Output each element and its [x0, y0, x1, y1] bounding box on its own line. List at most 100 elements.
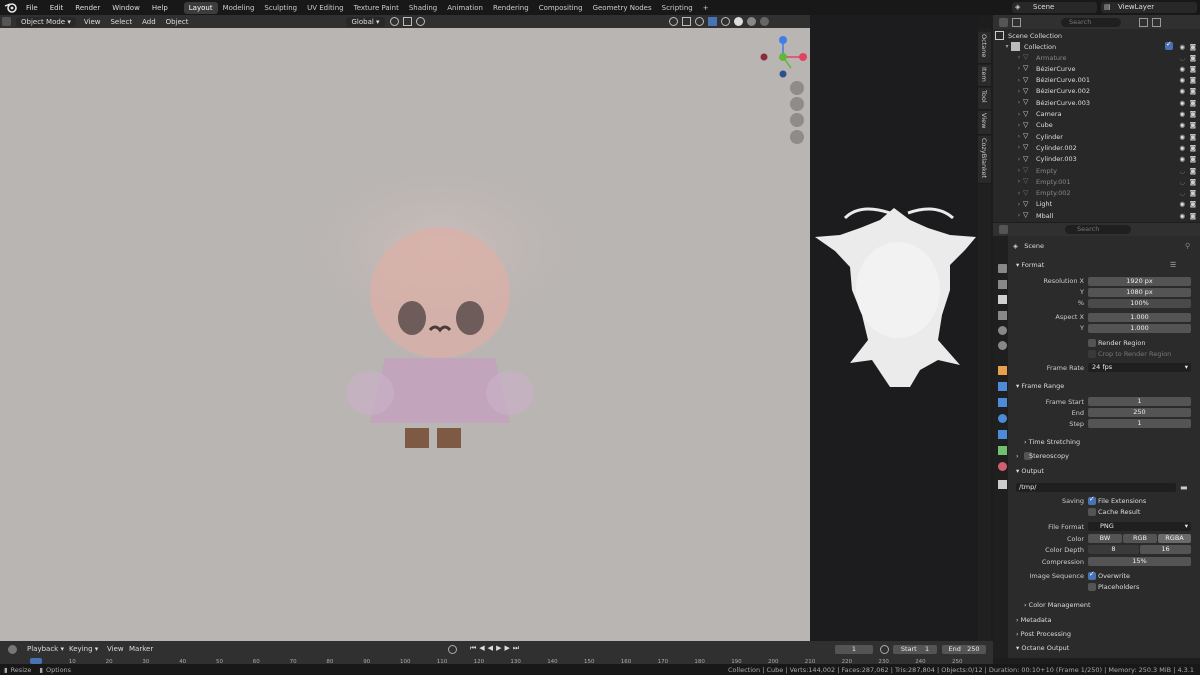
frame-range-panel-header[interactable]: ▾ Frame Range [1016, 382, 1064, 390]
physics-tab-icon[interactable] [998, 414, 1007, 423]
camera-render-icon[interactable]: ◙ [1190, 76, 1196, 84]
expand-chevron-icon[interactable]: › [1015, 144, 1023, 151]
eye-icon[interactable]: ◉ [1179, 133, 1185, 141]
workspace-tab-rendering[interactable]: Rendering [488, 2, 534, 14]
menu-file[interactable]: File [20, 4, 44, 12]
tab-item[interactable]: Item [978, 65, 991, 87]
camera-render-icon[interactable]: ◙ [1190, 43, 1196, 51]
camera-render-icon[interactable]: ◙ [1190, 144, 1196, 152]
playback-controls[interactable]: ⏮◀◀▶▶⏭ [470, 644, 522, 653]
outliner-editor-icon[interactable] [999, 17, 1008, 27]
eye-icon[interactable]: ◉ [1179, 212, 1185, 220]
viewport-menu-object[interactable]: Object [161, 17, 194, 27]
cache-result-checkbox[interactable] [1088, 508, 1096, 516]
output-tab-icon[interactable] [998, 295, 1007, 304]
frame-step-field[interactable]: 1 [1088, 419, 1191, 428]
camera-render-icon[interactable]: ◙ [1190, 87, 1196, 95]
pin-icon[interactable]: ⚲ [1185, 242, 1190, 250]
timeline-menu-keying[interactable]: Keying ▾ [64, 644, 103, 654]
material-tab-icon[interactable] [998, 462, 1007, 471]
folder-icon[interactable]: ▬ [1180, 483, 1188, 492]
current-frame-field[interactable]: 1 [835, 645, 873, 654]
expand-chevron-icon[interactable]: › [1015, 77, 1023, 84]
properties-editor-icon[interactable] [999, 225, 1008, 234]
render-region-checkbox[interactable] [1088, 339, 1096, 347]
scene-tab-icon[interactable] [998, 326, 1007, 335]
menu-edit[interactable]: Edit [44, 4, 70, 12]
frame-rate-dropdown[interactable]: 24 fps ▾ [1088, 363, 1191, 372]
workspace-tab-scripting[interactable]: Scripting [657, 2, 698, 14]
workspace-tab-sculpting[interactable]: Sculpting [259, 2, 302, 14]
expand-chevron-icon[interactable]: › [1015, 54, 1023, 61]
expand-chevron-icon[interactable]: › [1015, 99, 1023, 106]
workspace-tab-uv-editing[interactable]: UV Editing [302, 2, 349, 14]
camera-render-icon[interactable]: ◙ [1190, 167, 1196, 175]
zoom-icon[interactable] [790, 81, 804, 95]
record-icon[interactable] [448, 645, 457, 654]
crop-region-checkbox[interactable] [1088, 350, 1096, 358]
menu-help[interactable]: Help [146, 4, 174, 12]
wireframe-shading-icon[interactable] [720, 17, 730, 26]
texture-tab-icon[interactable] [998, 480, 1007, 489]
workspace-tab-modeling[interactable]: Modeling [218, 2, 260, 14]
ortho-grid-icon[interactable] [790, 130, 804, 144]
eye-icon[interactable]: ◉ [1179, 155, 1185, 163]
camera-render-icon[interactable]: ◙ [1190, 121, 1196, 129]
camera-render-icon[interactable]: ◙ [1190, 133, 1196, 141]
expand-chevron-icon[interactable]: › [1015, 201, 1023, 208]
properties-search-input[interactable]: Search [1065, 225, 1131, 234]
eye-icon[interactable]: ◉ [1179, 99, 1185, 107]
camera-render-icon[interactable]: ◙ [1190, 189, 1196, 197]
camera-render-icon[interactable]: ◙ [1190, 110, 1196, 118]
gizmo-z-axis[interactable] [779, 36, 787, 44]
tab-view[interactable]: View [978, 111, 991, 135]
presets-icon[interactable]: ☰ [1170, 261, 1176, 269]
snap-icon[interactable] [402, 17, 412, 26]
color-rgb-button[interactable]: RGB [1123, 534, 1157, 543]
world-tab-icon[interactable] [998, 341, 1007, 350]
tab-tool[interactable]: Tool [978, 88, 991, 110]
modifier-tab-icon[interactable] [998, 382, 1007, 391]
menu-window[interactable]: Window [106, 4, 146, 12]
viewport-menu-view[interactable]: View [79, 17, 106, 27]
mode-selector[interactable]: Object Mode ▾ [16, 16, 76, 27]
camera-render-icon[interactable]: ◙ [1190, 65, 1196, 73]
rendered-shading-icon[interactable] [759, 17, 769, 26]
constraints-tab-icon[interactable] [998, 430, 1007, 439]
view-layer-tab-icon[interactable] [998, 311, 1007, 320]
workspace-tab-animation[interactable]: Animation [442, 2, 488, 14]
expand-chevron-icon[interactable]: › [1015, 88, 1023, 95]
camera-render-icon[interactable]: ◙ [1190, 212, 1196, 220]
visibility-icon[interactable] [668, 17, 678, 26]
gizmo-toggle-icon[interactable] [681, 17, 691, 26]
workspace-tab-geometry-nodes[interactable]: Geometry Nodes [588, 2, 657, 14]
eye-closed-icon[interactable]: ◡ [1179, 189, 1185, 197]
outliner-search-input[interactable]: Search [1061, 17, 1121, 27]
frame-end-field[interactable]: 250 [1088, 408, 1191, 417]
eye-icon[interactable]: ◉ [1179, 76, 1185, 84]
outliner-item[interactable]: › ▽ Camera ◉ ◙ [993, 109, 1200, 120]
particles-tab-icon[interactable] [998, 398, 1007, 407]
camera-render-icon[interactable]: ◙ [1190, 178, 1196, 186]
expand-chevron-icon[interactable]: › [1015, 65, 1023, 72]
workspace-tab-texture-paint[interactable]: Texture Paint [349, 2, 404, 14]
outliner-item[interactable]: › ▽ Empty.001 ◡ ◙ [993, 176, 1200, 187]
camera-view-icon[interactable] [790, 113, 804, 127]
outliner-item[interactable]: › ▽ BézierCurve.003 ◉ ◙ [993, 97, 1200, 108]
aspect-x-field[interactable]: 1.000 [1088, 313, 1191, 322]
timeline-editor-icon[interactable] [8, 645, 17, 654]
workspace-tab-layout[interactable]: Layout [183, 1, 218, 14]
metadata-panel-header[interactable]: › Metadata [1016, 616, 1051, 624]
stereoscopy-panel-header[interactable]: › Stereoscopy [1016, 452, 1069, 460]
xray-icon[interactable] [707, 17, 717, 26]
data-tab-icon[interactable] [998, 446, 1007, 455]
eye-icon[interactable]: ◉ [1179, 200, 1185, 208]
color-management-panel-header[interactable]: › Color Management [1024, 601, 1091, 609]
display-mode-icon[interactable] [1012, 17, 1021, 27]
resolution-percentage-field[interactable]: 100% [1088, 299, 1191, 308]
new-collection-icon[interactable] [1152, 17, 1161, 27]
proportional-edit-icon[interactable] [415, 17, 425, 26]
outliner-item[interactable]: › ▽ Cylinder.002 ◉ ◙ [993, 142, 1200, 153]
eye-icon[interactable]: ◉ [1179, 121, 1185, 129]
eye-icon[interactable]: ◉ [1179, 144, 1185, 152]
